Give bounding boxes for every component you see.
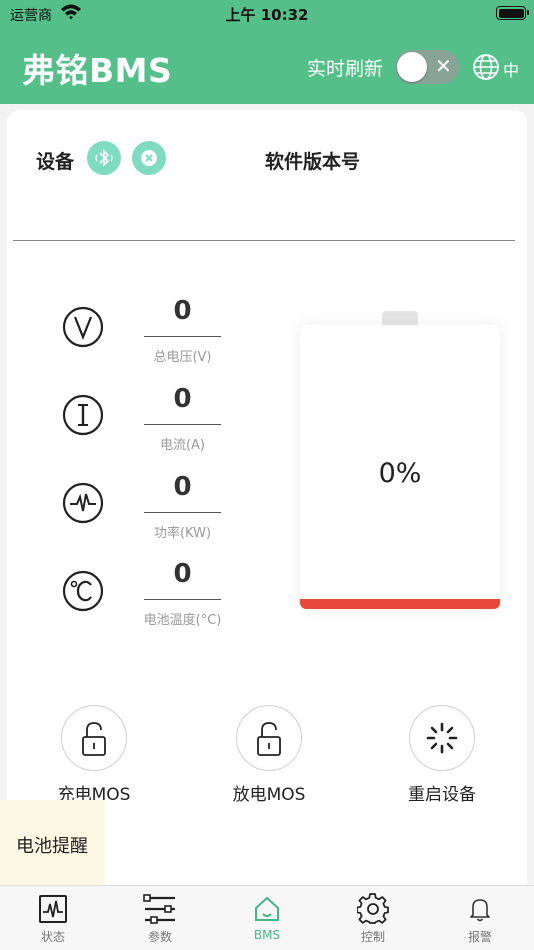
toggle-knob xyxy=(397,52,427,82)
status-time: 上午 10:32 xyxy=(225,6,309,24)
temperature-icon xyxy=(62,570,104,612)
globe-icon[interactable] xyxy=(472,53,500,81)
bluetooth-button[interactable] xyxy=(87,141,121,175)
divider xyxy=(13,240,515,241)
metric-underline xyxy=(144,336,221,337)
bluetooth-icon xyxy=(95,149,113,167)
current-icon xyxy=(62,394,104,436)
tab-params[interactable]: 参数 xyxy=(107,886,213,950)
metric-underline xyxy=(144,512,221,513)
close-icon: ✕ xyxy=(435,54,452,78)
language-switch[interactable]: 中 xyxy=(503,57,519,81)
power-wave-icon xyxy=(62,482,104,524)
current-value: 0 xyxy=(173,384,192,414)
discharge-mos-button[interactable] xyxy=(236,705,302,771)
battery-cap xyxy=(382,311,418,325)
tab-status-label: 状态 xyxy=(40,930,65,944)
restart-device-label: 重启设备 xyxy=(408,785,476,805)
waveform-icon xyxy=(39,895,67,923)
battery-temperature-label: 电池温度(°C) xyxy=(143,613,222,628)
status-bar: 运营商 上午 10:32 xyxy=(0,0,534,28)
unlock-icon xyxy=(82,722,106,756)
software-version-label: 软件版本号 xyxy=(265,151,361,173)
gear-icon xyxy=(357,893,389,924)
battery-alert-text: 电池提醒 xyxy=(16,836,88,857)
refresh-toggle[interactable]: ✕ xyxy=(395,50,459,84)
power-value: 0 xyxy=(173,472,192,502)
battery-alert-toast[interactable]: 电池提醒 xyxy=(0,800,105,886)
battery-status-icon xyxy=(496,6,529,20)
battery-percent: 0% xyxy=(378,458,422,489)
battery-temperature-value: 0 xyxy=(173,559,192,589)
tab-status[interactable]: 状态 xyxy=(0,886,106,950)
tab-control-label: 控制 xyxy=(360,930,385,944)
bell-icon xyxy=(470,899,490,922)
tab-alarm[interactable]: 报警 xyxy=(427,886,533,950)
unlock-icon xyxy=(257,722,281,756)
tab-bar: 状态 参数 BMS 控制 报警 xyxy=(0,885,534,950)
total-voltage-value: 0 xyxy=(173,296,192,326)
metric-underline xyxy=(144,599,221,600)
charge-mos-button[interactable] xyxy=(61,705,127,771)
tab-control[interactable]: 控制 xyxy=(320,886,426,950)
battery-level-fill xyxy=(300,599,500,609)
spinner-icon xyxy=(426,722,458,754)
tab-bms[interactable]: BMS xyxy=(214,886,320,950)
current-label: 电流(A) xyxy=(159,438,206,453)
total-voltage-label: 总电压(V) xyxy=(153,350,212,365)
tab-params-label: 参数 xyxy=(147,930,172,944)
home-icon xyxy=(255,896,279,921)
restart-device-button[interactable] xyxy=(409,705,475,771)
metric-underline xyxy=(144,424,221,425)
discharge-mos-label: 放电MOS xyxy=(232,785,306,805)
refresh-label: 实时刷新 xyxy=(307,58,384,80)
power-label: 功率(KW) xyxy=(153,526,212,541)
device-label: 设备 xyxy=(36,151,75,173)
disconnect-icon xyxy=(141,150,157,166)
disconnect-button[interactable] xyxy=(132,141,166,175)
tab-bms-label: BMS xyxy=(253,928,281,942)
voltage-icon xyxy=(62,306,104,348)
app-title: 弗铭BMS xyxy=(22,51,173,90)
sliders-icon xyxy=(143,894,175,924)
tab-alarm-label: 报警 xyxy=(467,930,492,944)
